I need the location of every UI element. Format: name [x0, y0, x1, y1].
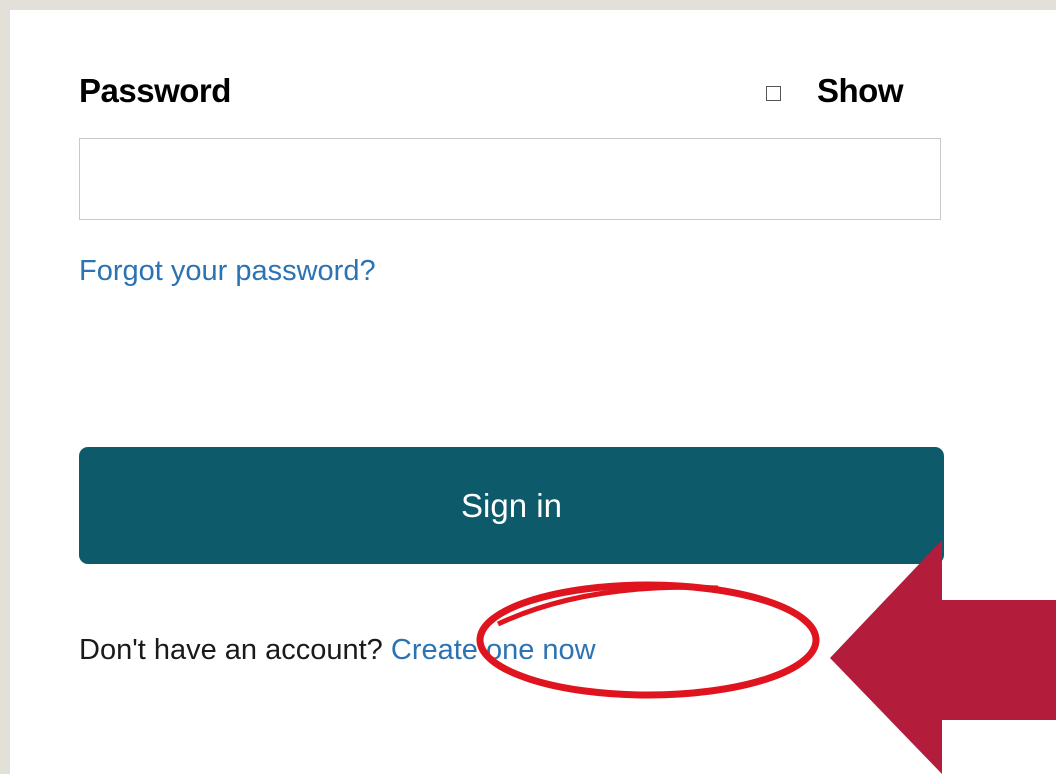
signup-prompt-text: Don't have an account?: [79, 634, 383, 666]
forgot-password-link[interactable]: Forgot your password?: [79, 255, 376, 288]
password-label: Password: [79, 72, 231, 109]
signup-prompt: Don't have an account? Create one now: [79, 634, 596, 667]
show-checkbox-icon[interactable]: [766, 85, 781, 101]
show-label: Show: [817, 72, 904, 109]
login-panel: Password Show Forgot your password? Sign…: [10, 10, 1056, 774]
create-account-link[interactable]: Create one now: [391, 634, 596, 666]
sign-in-button[interactable]: Sign in: [79, 447, 944, 564]
password-input[interactable]: [79, 138, 941, 220]
show-password-toggle[interactable]: Show: [766, 72, 904, 110]
